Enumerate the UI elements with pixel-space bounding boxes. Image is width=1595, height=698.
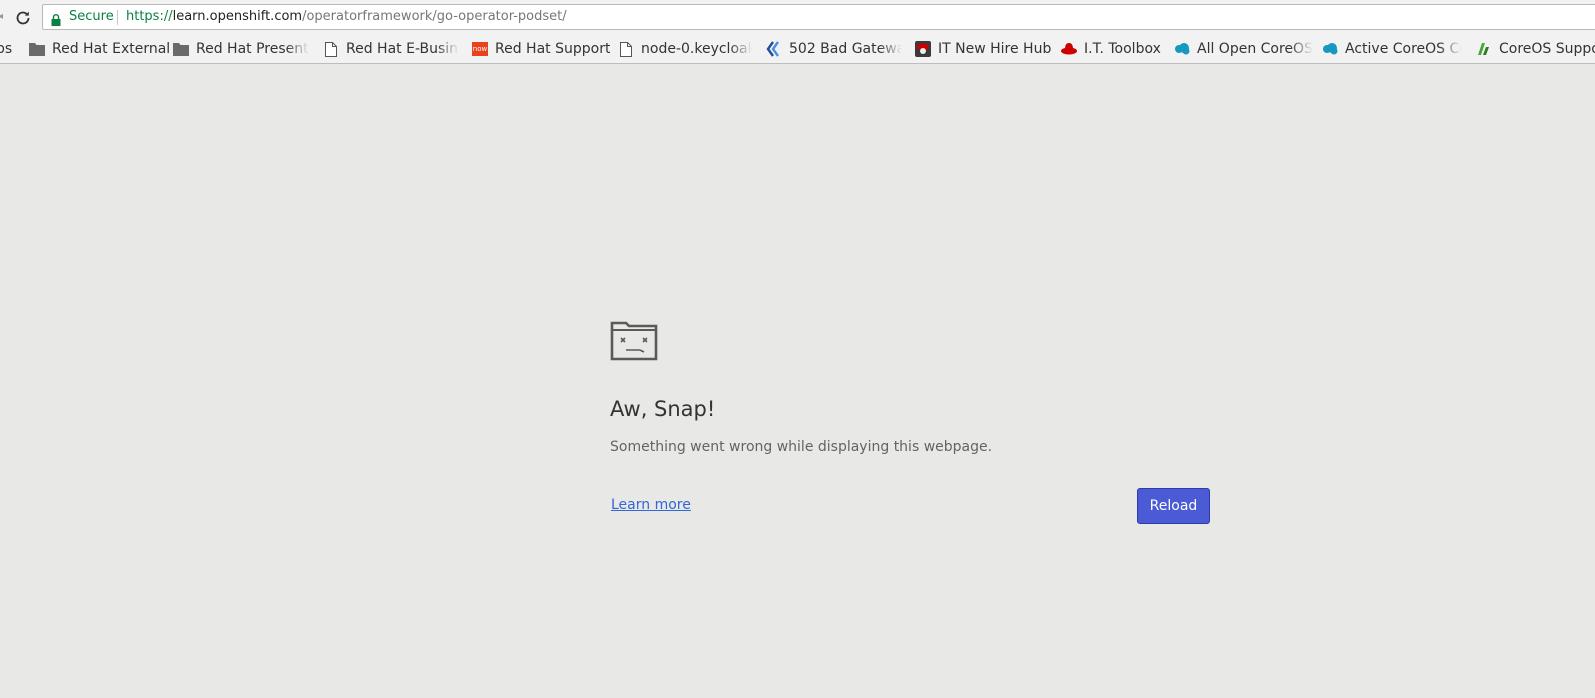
chevrons-icon bbox=[766, 41, 782, 57]
bookmark-apps[interactable]: ps bbox=[0, 35, 12, 63]
bookmark-label: 502 Bad Gateway bbox=[789, 41, 902, 57]
bookmark-red-hat-support[interactable]: now Red Hat Support bbox=[472, 35, 610, 63]
secure-label[interactable]: Secure bbox=[69, 5, 114, 29]
bookmark-label: All Open CoreOS bbox=[1197, 41, 1313, 57]
red-hat-fedora-icon bbox=[1061, 41, 1077, 57]
back-arrow-icon[interactable]: ◂ bbox=[0, 12, 4, 22]
url-scheme: https:// bbox=[126, 9, 173, 24]
page-icon bbox=[323, 41, 339, 57]
bookmark-it-new-hire-hub[interactable]: IT New Hire Hub bbox=[915, 35, 1051, 63]
url-text[interactable]: https://learn.openshift.com/operatorfram… bbox=[126, 5, 567, 29]
bookmark-active-coreos-cu[interactable]: Active CoreOS Cu bbox=[1322, 35, 1462, 63]
bookmark-label: Red Hat Presenta bbox=[196, 41, 309, 57]
folder-icon bbox=[173, 41, 189, 57]
address-bar[interactable]: Secure https://learn.openshift.com/opera… bbox=[42, 4, 1595, 30]
bookmark-it-toolbox[interactable]: I.T. Toolbox bbox=[1061, 35, 1161, 63]
bookmark-label: Active CoreOS Cu bbox=[1345, 41, 1462, 57]
salesforce-cloud-icon bbox=[1174, 41, 1190, 57]
bookmarks-bar: ps Red Hat External Red Hat Presenta Red… bbox=[0, 35, 1595, 64]
bookmark-red-hat-presenta[interactable]: Red Hat Presenta bbox=[173, 35, 309, 63]
url-path: /operatorframework/go-operator-podset/ bbox=[302, 9, 567, 24]
salesforce-cloud-icon bbox=[1322, 41, 1338, 57]
error-page: Aw, Snap! Something went wrong while dis… bbox=[0, 64, 1595, 698]
page-icon bbox=[618, 41, 634, 57]
bookmark-label: ps bbox=[0, 41, 13, 57]
browser-toolbar: ◂ Secure https://learn.openshift.com/ope… bbox=[0, 0, 1595, 35]
error-heading: Aw, Snap! bbox=[610, 397, 716, 421]
bookmark-coreos-suppo[interactable]: CoreOS Suppo bbox=[1476, 35, 1595, 63]
bookmark-label: I.T. Toolbox bbox=[1084, 41, 1161, 57]
bookmark-label: CoreOS Suppo bbox=[1499, 41, 1595, 57]
bookmark-red-hat-external[interactable]: Red Hat External bbox=[29, 35, 170, 63]
reload-icon[interactable] bbox=[13, 8, 33, 28]
address-separator bbox=[117, 10, 118, 25]
green-app-icon bbox=[1476, 41, 1492, 57]
bookmark-label: Red Hat Support bbox=[495, 41, 611, 57]
bookmark-502-bad-gateway[interactable]: 502 Bad Gateway bbox=[766, 35, 902, 63]
reload-button[interactable]: Reload bbox=[1137, 488, 1210, 524]
lock-icon[interactable] bbox=[51, 11, 61, 26]
learn-more-link[interactable]: Learn more bbox=[611, 497, 691, 513]
bookmark-label: Red Hat External bbox=[52, 41, 171, 57]
bookmark-label: Red Hat E-Busine bbox=[346, 41, 459, 57]
bookmark-all-open-coreos[interactable]: All Open CoreOS bbox=[1174, 35, 1314, 63]
servicenow-icon: now bbox=[472, 41, 488, 57]
bookmark-node-0-keycloak[interactable]: node-0.keycloak. bbox=[618, 35, 752, 63]
error-message: Something went wrong while displaying th… bbox=[610, 439, 993, 455]
bookmark-red-hat-e-busine[interactable]: Red Hat E-Busine bbox=[323, 35, 459, 63]
bookmark-label: node-0.keycloak. bbox=[641, 41, 752, 57]
folder-icon bbox=[29, 41, 45, 57]
url-host: learn.openshift.com bbox=[172, 9, 303, 24]
red-hat-shadowman-icon bbox=[915, 41, 931, 57]
sad-tab-icon bbox=[610, 321, 658, 361]
bookmark-label: IT New Hire Hub bbox=[938, 41, 1052, 57]
